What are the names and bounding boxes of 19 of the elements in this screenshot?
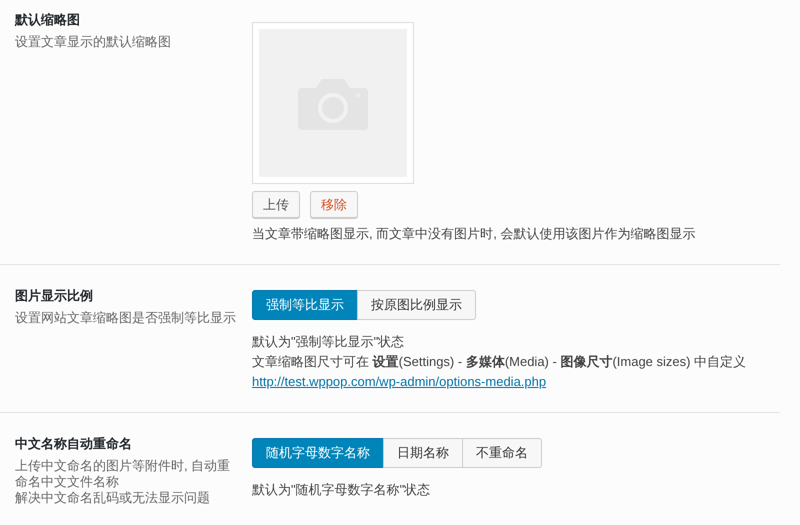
section-title: 中文名称自动重命名	[15, 435, 133, 453]
upload-button[interactable]: 上传	[252, 191, 300, 218]
option-button[interactable]: 不重命名	[462, 438, 542, 468]
section-description: 解决中文命名乱码或无法显示问题	[15, 490, 211, 506]
option-button[interactable]: 强制等比显示	[252, 290, 358, 320]
option-button[interactable]: 按原图比例显示	[357, 290, 476, 320]
option-button[interactable]: 日期名称	[383, 438, 463, 468]
section-description: 设置网站文章缩略图是否强制等比显示	[15, 310, 237, 326]
options-link[interactable]: http://test.wppop.com/wp-admin/options-media.php	[252, 372, 746, 392]
section-title: 图片显示比例	[15, 287, 94, 305]
help-text: 文章缩略图尺寸可在 设置(Settings) - 多媒体(Media) - 图像尺寸(Image sizes) 中自定义	[252, 353, 746, 371]
section-description: 设置文章显示的默认缩略图	[15, 34, 172, 50]
remove-button[interactable]: 移除	[310, 191, 358, 218]
option-button[interactable]: 随机字母数字名称	[252, 438, 384, 468]
help-text: 默认为"随机字母数字名称"状态	[252, 481, 430, 499]
section-description: 上传中文命名的图片等附件时, 自动重命名中文文件名称	[15, 458, 232, 490]
help-text: 当文章带缩略图显示, 而文章中没有图片时, 会默认使用该图片作为缩略图显示	[252, 225, 696, 243]
section-title: 默认缩略图	[15, 11, 81, 29]
help-text: 默认为"强制等比显示"状态	[252, 333, 406, 351]
